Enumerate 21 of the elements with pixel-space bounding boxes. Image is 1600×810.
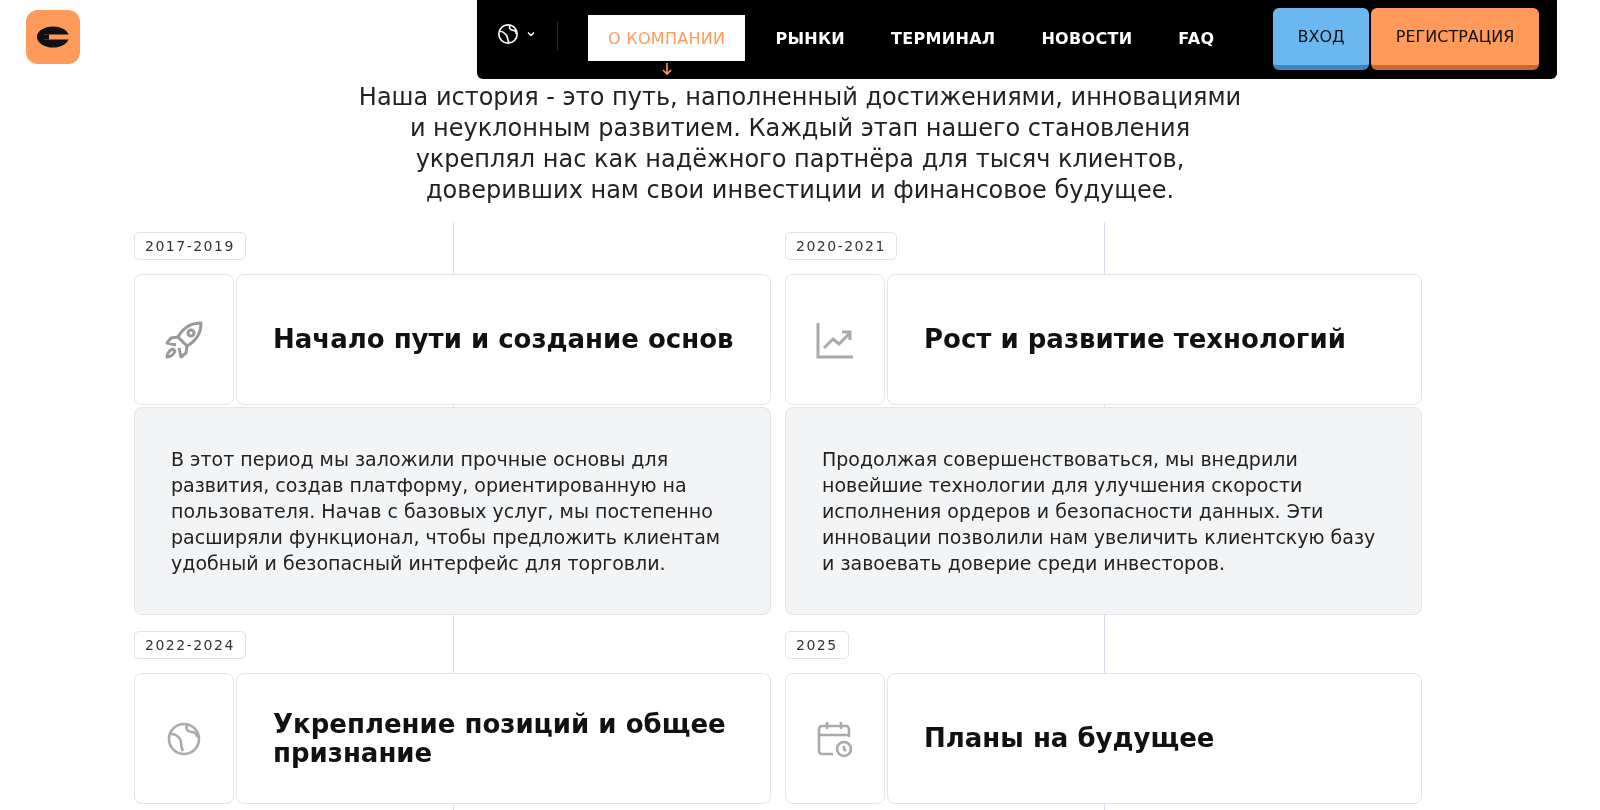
intro-paragraph: Наша история - это путь, наполненный достижениями, инновациями и неуклонным развитием. Каждый этап нашего становления укреплял нас как надёжного партнёра для тысяч клиентов, доверивших нам свои инвестиции и финансовое будущее.: [357, 82, 1243, 206]
period-badge: 2017-2019: [134, 232, 246, 260]
period-title: Рост и развитие технологий: [924, 325, 1346, 354]
nav-tab[interactable]: ТЕРМИНАЛ: [875, 15, 1012, 61]
nav-tab[interactable]: НОВОСТИ: [1025, 15, 1149, 61]
nav-tab[interactable]: FAQ: [1162, 15, 1231, 61]
nav-tab[interactable]: РЫНКИ: [759, 15, 862, 61]
login-button[interactable]: ВХОД: [1273, 8, 1369, 70]
period-description: Продолжая совершенствоваться, мы внедрили новейшие технологии для улучшения скорости исполнения ордеров и безопасности данных. Эти инновации позволили нам увеличить клиентскую базу и завоевать доверие среди инвесторов.: [822, 447, 1377, 576]
period-badge: 2022-2024: [134, 631, 246, 659]
period-badge: 2020-2021: [785, 232, 897, 260]
logo-icon[interactable]: [26, 10, 80, 64]
language-selector[interactable]: [497, 23, 537, 45]
globe-icon: [166, 720, 202, 757]
period-description: В этот период мы заложили прочные основы для развития, создав платформу, ориентированную на пользователя. Начав с базовых услуг, мы постепенно расширяли функционал, чтобы предложить клиентам удобный и безопасный интерфейс для торговли.: [171, 447, 722, 576]
period-title: Укрепление позиций и общее признание: [273, 709, 727, 768]
register-button[interactable]: РЕГИСТРАЦИЯ: [1371, 8, 1539, 70]
arrow-down-icon: [660, 62, 673, 76]
period-title: Начало пути и создание основ: [273, 325, 734, 354]
period-badge: 2025: [785, 631, 849, 659]
period-title: Планы на будущее: [924, 724, 1215, 753]
